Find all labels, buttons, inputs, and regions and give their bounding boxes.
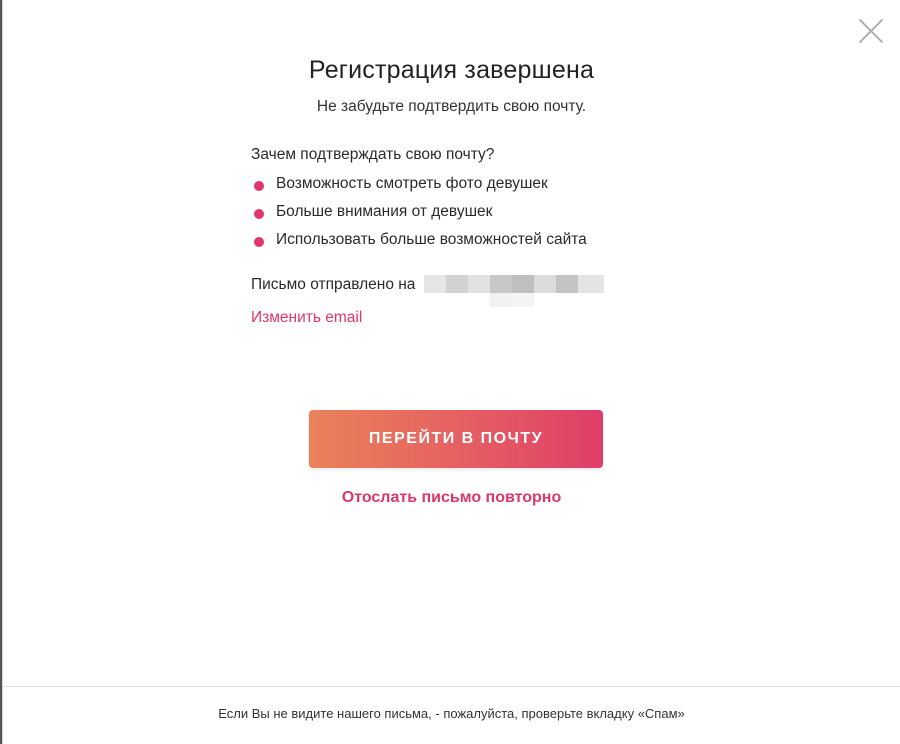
bullet-dot-icon bbox=[254, 237, 264, 247]
go-to-mail-button[interactable]: ПЕРЕЙТИ В ПОЧТУ bbox=[309, 410, 603, 468]
dialog-content: Зачем подтверждать свою почту? Возможнос… bbox=[251, 144, 711, 329]
resend-email-link[interactable]: Отослать письмо повторно bbox=[3, 489, 900, 507]
dialog-subtitle: Не забудьте подтвердить свою почту. bbox=[316, 98, 587, 115]
email-sent-line: Письмо отправлено на bbox=[251, 267, 711, 307]
benefit-item: Больше внимания от девушек bbox=[251, 201, 711, 223]
benefits-list: Возможность смотреть фото девушек Больше… bbox=[251, 173, 711, 251]
benefit-label: Больше внимания от девушек bbox=[276, 203, 493, 220]
benefit-label: Использовать больше возможностей сайта bbox=[276, 231, 587, 248]
spam-folder-note: Если Вы не видите нашего письма, - пожал… bbox=[218, 706, 685, 721]
benefit-item: Возможность смотреть фото девушек bbox=[251, 173, 711, 195]
close-button[interactable] bbox=[858, 18, 884, 44]
benefit-label: Возможность смотреть фото девушек bbox=[276, 175, 548, 192]
bullet-dot-icon bbox=[254, 209, 264, 219]
why-confirm-question: Зачем подтверждать свою почту? bbox=[251, 146, 495, 163]
dialog-title: Регистрация завершена bbox=[308, 56, 595, 84]
masked-email-address bbox=[423, 275, 608, 311]
change-email-link[interactable]: Изменить email bbox=[251, 307, 362, 329]
registration-complete-dialog: Регистрация завершена Не забудьте подтве… bbox=[2, 0, 900, 744]
footer-divider bbox=[3, 686, 900, 687]
close-icon bbox=[859, 19, 883, 43]
benefit-item: Использовать больше возможностей сайта bbox=[251, 229, 711, 251]
email-sent-label: Письмо отправлено на bbox=[251, 276, 416, 294]
bullet-dot-icon bbox=[254, 181, 264, 191]
